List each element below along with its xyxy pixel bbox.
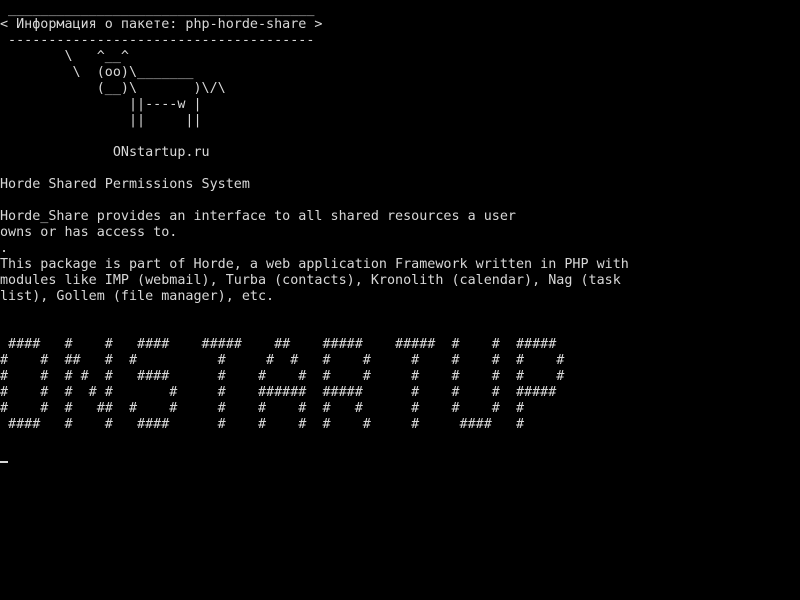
banner-art-line: # # # # # #### # # # # # # # # # # <box>0 369 565 384</box>
cowsay-art-line: ||----w | <box>0 97 202 112</box>
banner-art-line: # # # ## # # # # # # # # # # # <box>0 401 525 416</box>
banner-art-line: #### # # #### ##### ## ##### ##### # # #… <box>0 337 557 352</box>
cowsay-art-line: (__)\ )\/\ <box>0 81 226 96</box>
package-description: This package is part of Horde, a web app… <box>0 257 629 272</box>
banner-bottom-border: -------------------------------------- <box>0 33 315 48</box>
site-signature: ONstartup.ru <box>0 145 210 160</box>
text-cursor <box>0 461 8 463</box>
cowsay-art-line: \ (oo)\_______ <box>0 65 194 80</box>
cowsay-art-line: \ ^__^ <box>0 49 129 64</box>
banner-title: < Информация о пакете: php-horde-share > <box>0 17 323 32</box>
banner-art-line: # # # # # # # ###### ##### # # # ##### <box>0 385 557 400</box>
package-description: modules like IMP (webmail), Turba (conta… <box>0 273 621 288</box>
banner-art-line: # # ## # # # # # # # # # # # # <box>0 353 565 368</box>
package-summary: Horde Shared Permissions System <box>0 177 250 192</box>
package-description: owns or has access to. <box>0 225 178 240</box>
banner-art-line: #### # # #### # # # # # # #### # <box>0 417 525 432</box>
package-description: list), Gollem (file manager), etc. <box>0 289 275 304</box>
banner-top-border: ______________________________________ <box>0 2 315 17</box>
terminal-screen[interactable]: ______________________________________ <… <box>0 0 800 600</box>
description-separator: . <box>0 241 9 256</box>
package-description: Horde_Share provides an interface to all… <box>0 209 516 224</box>
cowsay-art-line: || || <box>0 113 202 128</box>
